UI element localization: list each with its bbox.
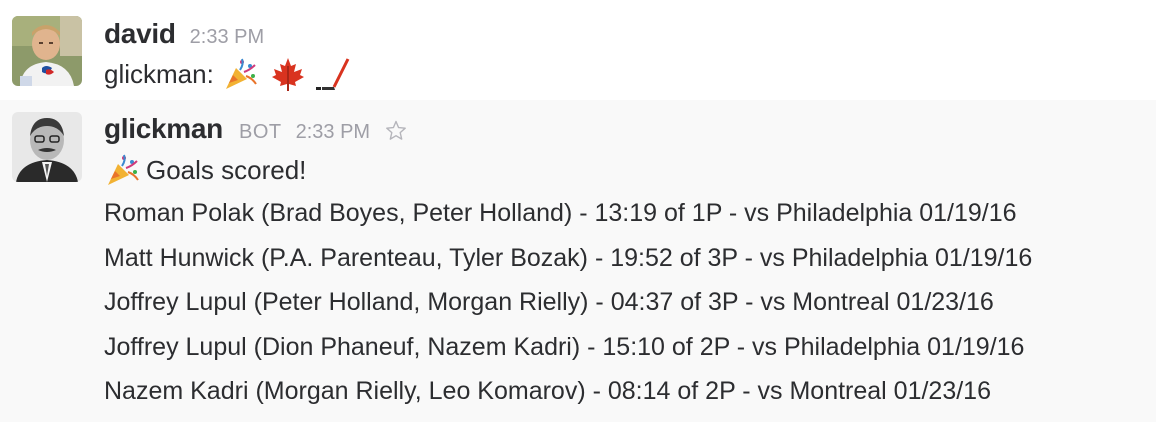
bot-badge: BOT — [238, 121, 282, 143]
sender-name[interactable]: glickman — [104, 113, 223, 145]
timestamp[interactable]: 2:33 PM — [296, 121, 370, 144]
message-content: glickman BOT 2:33 PM Goals scored! Roman… — [104, 113, 1156, 414]
message-body: glickman: — [104, 54, 1156, 94]
timestamp[interactable]: 2:33 PM — [190, 26, 264, 49]
message-content: david 2:33 PM glickman: — [104, 18, 1156, 94]
message-header: david 2:33 PM — [104, 18, 1156, 54]
star-icon[interactable] — [384, 119, 408, 143]
sender-name[interactable]: david — [104, 18, 176, 50]
avatar-glickman[interactable] — [12, 112, 82, 182]
maple-leaf-icon — [270, 56, 306, 92]
goals-list: Roman Polak (Brad Boyes, Peter Holland) … — [104, 191, 1156, 414]
avatar-david[interactable] — [12, 16, 82, 86]
headline-line: Goals scored! — [104, 149, 1156, 191]
message-header: glickman BOT 2:33 PM — [104, 113, 1156, 149]
message-text: glickman: — [104, 59, 214, 89]
hockey-stick-icon — [315, 56, 352, 92]
message-glickman: glickman BOT 2:33 PM Goals scored! Roman… — [0, 100, 1156, 422]
headline-text: Goals scored! — [146, 155, 307, 185]
message-david: david 2:33 PM glickman: — [0, 0, 1156, 100]
list-item: Joffrey Lupul (Peter Holland, Morgan Rie… — [104, 288, 994, 316]
list-item: Joffrey Lupul (Dion Phaneuf, Nazem Kadri… — [104, 332, 1025, 361]
party-popper-icon — [104, 152, 140, 188]
list-item: Matt Hunwick (P.A. Parenteau, Tyler Boza… — [104, 243, 1033, 272]
list-item: Roman Polak (Brad Boyes, Peter Holland) … — [104, 199, 1017, 227]
party-popper-icon — [222, 56, 258, 92]
list-item: Nazem Kadri (Morgan Rielly, Leo Komarov)… — [104, 377, 991, 405]
